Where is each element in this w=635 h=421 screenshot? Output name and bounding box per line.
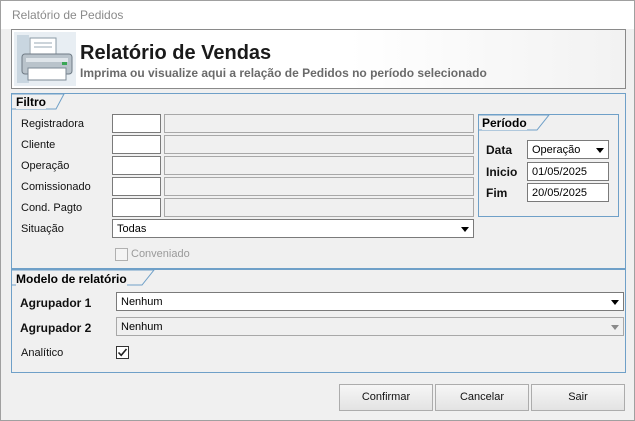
confirm-button[interactable]: Confirmar bbox=[339, 384, 433, 411]
comissionado-code-input[interactable] bbox=[112, 177, 161, 196]
chevron-down-icon bbox=[611, 325, 619, 330]
registradora-code-input[interactable] bbox=[112, 114, 161, 133]
situacao-select[interactable]: Todas bbox=[112, 219, 474, 238]
cond-pagto-name-field bbox=[164, 198, 474, 217]
inicio-date-input[interactable]: 01/05/2025 bbox=[527, 162, 609, 181]
comissionado-label: Comissionado bbox=[21, 181, 91, 193]
cancel-button[interactable]: Cancelar bbox=[435, 384, 529, 411]
data-select[interactable]: Operação bbox=[527, 140, 609, 159]
conveniado-checkbox[interactable] bbox=[115, 248, 128, 261]
report-header: Relatório de Vendas Imprima ou visualize… bbox=[11, 29, 626, 89]
registradora-label: Registradora bbox=[21, 118, 84, 130]
period-group-label: Período bbox=[482, 116, 527, 130]
agrupador2-label: Agrupador 2 bbox=[20, 321, 92, 335]
fim-label: Fim bbox=[486, 186, 508, 200]
chevron-down-icon bbox=[611, 300, 619, 305]
model-group-label: Modelo de relatório bbox=[16, 272, 127, 286]
comissionado-name-field bbox=[164, 177, 474, 196]
operacao-code-input[interactable] bbox=[112, 156, 161, 175]
inicio-label: Inicio bbox=[486, 165, 518, 179]
chevron-down-icon bbox=[461, 227, 469, 232]
operacao-name-field bbox=[164, 156, 474, 175]
period-panel: Período Data Operação Inicio 01/05/2025 … bbox=[478, 114, 619, 217]
report-subtitle: Imprima ou visualize aqui a relação de P… bbox=[80, 66, 487, 80]
cliente-code-input[interactable] bbox=[112, 135, 161, 154]
situacao-value: Todas bbox=[117, 223, 147, 235]
agrupador1-value: Nenhum bbox=[121, 296, 163, 308]
cliente-name-field bbox=[164, 135, 474, 154]
chevron-down-icon bbox=[596, 148, 604, 153]
data-label: Data bbox=[486, 143, 513, 157]
checkmark-icon bbox=[117, 348, 128, 357]
report-window: Relatório de Pedidos Relatório de Vendas… bbox=[0, 0, 635, 421]
cliente-label: Cliente bbox=[21, 139, 56, 151]
registradora-name-field bbox=[164, 114, 474, 133]
agrupador1-label: Agrupador 1 bbox=[20, 296, 92, 310]
fim-value: 20/05/2025 bbox=[532, 187, 588, 199]
exit-button[interactable]: Sair bbox=[531, 384, 625, 411]
report-title: Relatório de Vendas bbox=[80, 42, 272, 64]
cond-pagto-label: Cond. Pagto bbox=[21, 202, 83, 214]
filter-group-label: Filtro bbox=[16, 95, 46, 109]
window-title: Relatório de Pedidos bbox=[12, 8, 124, 22]
inicio-value: 01/05/2025 bbox=[532, 166, 588, 178]
agrupador2-select[interactable]: Nenhum bbox=[116, 317, 624, 336]
fim-date-input[interactable]: 20/05/2025 bbox=[527, 183, 609, 202]
window-titlebar: Relatório de Pedidos bbox=[1, 1, 634, 29]
analitico-label: Analítico bbox=[21, 347, 64, 359]
report-model-panel: Modelo de relatório Agrupador 1 Nenhum A… bbox=[11, 269, 626, 373]
situacao-label: Situação bbox=[21, 223, 64, 235]
printer-icon bbox=[14, 32, 76, 86]
filter-panel: Filtro Registradora Cliente Operação Com… bbox=[11, 93, 626, 269]
operacao-label: Operação bbox=[21, 160, 70, 172]
conveniado-label: Conveniado bbox=[131, 248, 190, 260]
agrupador2-value: Nenhum bbox=[121, 321, 163, 333]
analitico-checkbox[interactable] bbox=[116, 346, 129, 359]
cond-pagto-code-input[interactable] bbox=[112, 198, 161, 217]
agrupador1-select[interactable]: Nenhum bbox=[116, 292, 624, 311]
data-value: Operação bbox=[532, 144, 581, 156]
